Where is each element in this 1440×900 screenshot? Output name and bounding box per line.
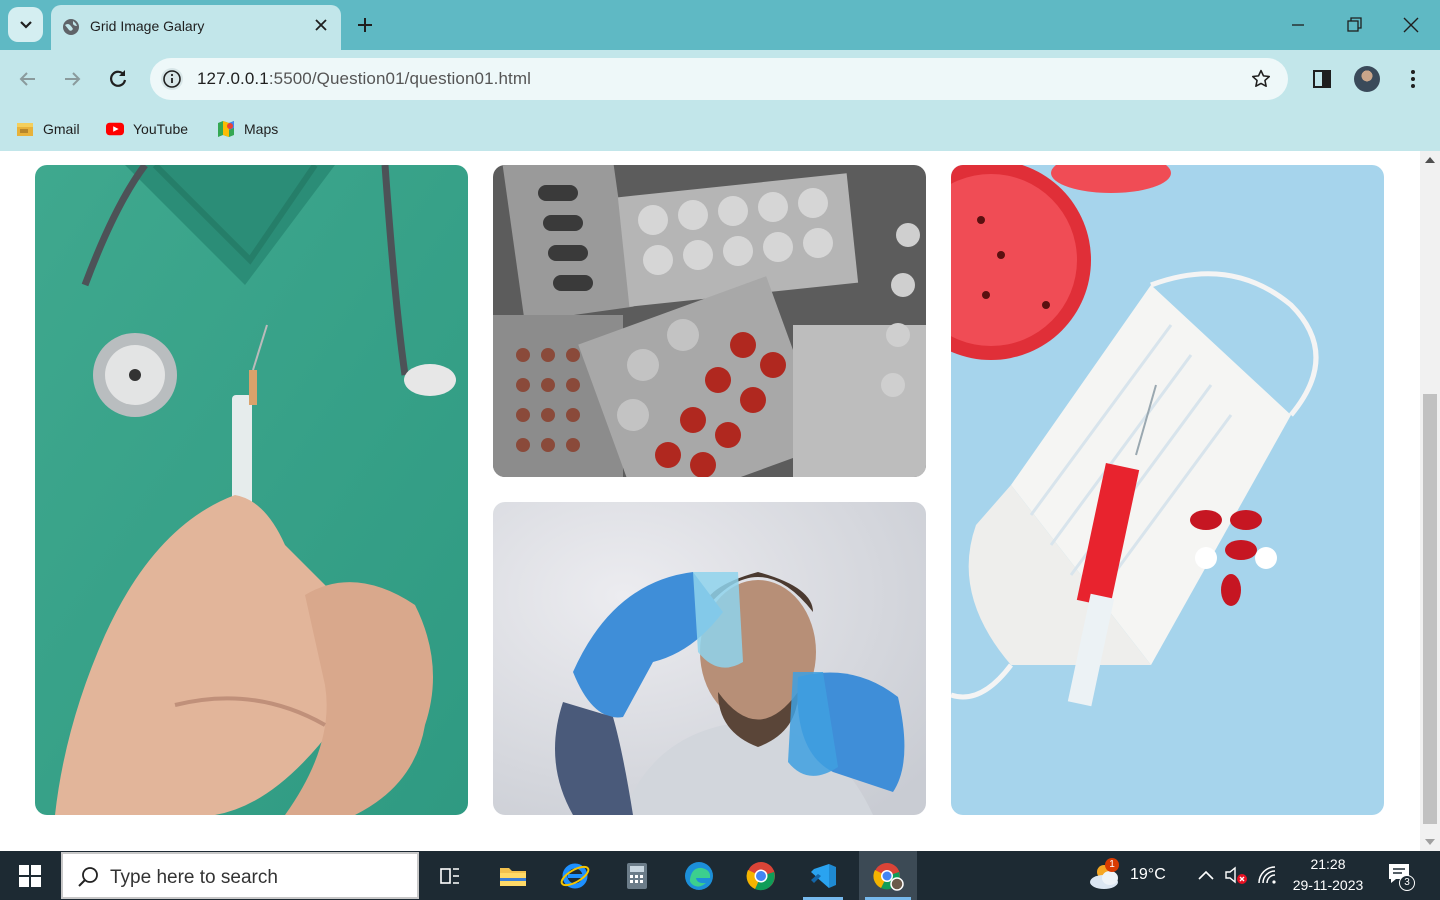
- bookmark-star-icon[interactable]: [1250, 68, 1272, 90]
- taskbar-search-box[interactable]: Type here to search: [61, 852, 419, 899]
- weather-badge: 1: [1105, 858, 1119, 872]
- notification-count-badge: 3: [1399, 875, 1415, 891]
- forward-arrow-icon[interactable]: [60, 67, 84, 91]
- clock-time: 21:28: [1310, 856, 1346, 872]
- taskbar-calculator[interactable]: [611, 851, 663, 900]
- windows-taskbar: Type here to search 1 19°C 21:28 29-11-2…: [0, 851, 1440, 900]
- url-text[interactable]: 127.0.0.1:5500/Question01/question01.htm…: [197, 69, 531, 89]
- gmail-icon: [17, 123, 33, 136]
- restore-icon[interactable]: [1342, 14, 1366, 36]
- weather-temperature[interactable]: 19°C: [1130, 866, 1166, 884]
- chevron-up-icon[interactable]: [1197, 867, 1215, 883]
- taskbar-chrome[interactable]: [735, 851, 787, 900]
- bookmark-label: Maps: [244, 121, 279, 137]
- bookmark-maps[interactable]: Maps: [217, 117, 278, 141]
- youtube-icon: [106, 122, 124, 136]
- weather-widget[interactable]: 1: [1088, 858, 1122, 892]
- scroll-up-arrow-icon[interactable]: [1425, 157, 1435, 163]
- browser-toolbar: 127.0.0.1:5500/Question01/question01.htm…: [0, 50, 1440, 108]
- start-button[interactable]: [0, 851, 60, 900]
- bookmark-label: Gmail: [43, 121, 80, 137]
- search-icon: [78, 867, 98, 887]
- mask-syringe-image: [951, 165, 1384, 815]
- chevron-down-icon: [19, 20, 32, 29]
- clock-date: 29-11-2023: [1292, 877, 1364, 893]
- windows-logo-icon: [19, 864, 41, 887]
- taskbar-internet-explorer[interactable]: [549, 851, 601, 900]
- scroll-thumb[interactable]: [1423, 394, 1437, 824]
- minimize-icon[interactable]: [1286, 14, 1310, 36]
- tab-strip: Grid Image Galary: [0, 0, 1440, 50]
- edge-icon: [685, 861, 713, 890]
- search-placeholder: Type here to search: [110, 867, 278, 888]
- vscode-icon: [811, 863, 836, 888]
- task-view-icon: [440, 867, 459, 884]
- site-info-icon[interactable]: [160, 67, 184, 91]
- pills-blister-image: [493, 165, 926, 477]
- back-arrow-icon[interactable]: [16, 67, 40, 91]
- gallery-image-mask-syringe[interactable]: [951, 165, 1384, 815]
- maps-icon: [218, 121, 234, 137]
- tab-search-button[interactable]: [8, 7, 43, 42]
- browser-window: Grid Image Galary 127.0.0.1:5500/Questio…: [0, 0, 1440, 851]
- scroll-down-arrow-icon[interactable]: [1425, 839, 1435, 845]
- bookmarks-bar: Gmail YouTube Maps: [0, 108, 1440, 151]
- doctor-syringe-image: [35, 165, 468, 815]
- gallery-image-doctor-syringe[interactable]: [35, 165, 468, 815]
- window-close-icon[interactable]: [1399, 14, 1423, 36]
- bookmark-gmail[interactable]: Gmail: [16, 117, 80, 141]
- speaker-muted-icon[interactable]: [1224, 865, 1248, 885]
- internet-explorer-icon: [560, 863, 590, 888]
- profile-avatar[interactable]: [1354, 66, 1380, 92]
- system-clock[interactable]: 21:28 29-11-2023: [1282, 854, 1374, 896]
- taskbar-vscode[interactable]: [797, 851, 849, 900]
- close-icon[interactable]: [313, 17, 329, 33]
- gallery-image-pills-blister[interactable]: [493, 165, 926, 477]
- address-bar[interactable]: 127.0.0.1:5500/Question01/question01.htm…: [150, 58, 1288, 100]
- chrome-profile-icon: [873, 862, 904, 891]
- side-panel-icon[interactable]: [1310, 67, 1334, 91]
- chrome-icon: [746, 861, 775, 890]
- bookmark-label: YouTube: [133, 121, 189, 137]
- active-tab[interactable]: Grid Image Galary: [51, 5, 341, 50]
- tab-title: Grid Image Galary: [90, 18, 205, 34]
- taskbar-chrome-profile[interactable]: [859, 851, 917, 900]
- url-host: 127.0.0.1: [197, 69, 269, 88]
- bookmark-youtube[interactable]: YouTube: [106, 117, 188, 141]
- taskbar-file-explorer[interactable]: [487, 851, 539, 900]
- taskbar-edge[interactable]: [673, 851, 725, 900]
- folder-icon: [500, 867, 526, 886]
- more-menu-icon[interactable]: [1401, 67, 1425, 91]
- reload-icon[interactable]: [106, 67, 130, 91]
- globe-icon: [63, 19, 79, 35]
- wifi-icon[interactable]: [1257, 865, 1279, 885]
- page-scrollbar[interactable]: [1420, 151, 1440, 851]
- url-path: :5500/Question01/question01.html: [268, 69, 531, 88]
- page-viewport: [0, 151, 1420, 851]
- task-view-button[interactable]: [424, 851, 476, 900]
- calculator-icon: [627, 862, 647, 889]
- gallery-image-scientist-flasks[interactable]: [493, 502, 926, 815]
- notification-center-button[interactable]: 3: [1386, 861, 1416, 891]
- new-tab-plus-icon[interactable]: [355, 15, 375, 35]
- scientist-flasks-image: [493, 502, 926, 815]
